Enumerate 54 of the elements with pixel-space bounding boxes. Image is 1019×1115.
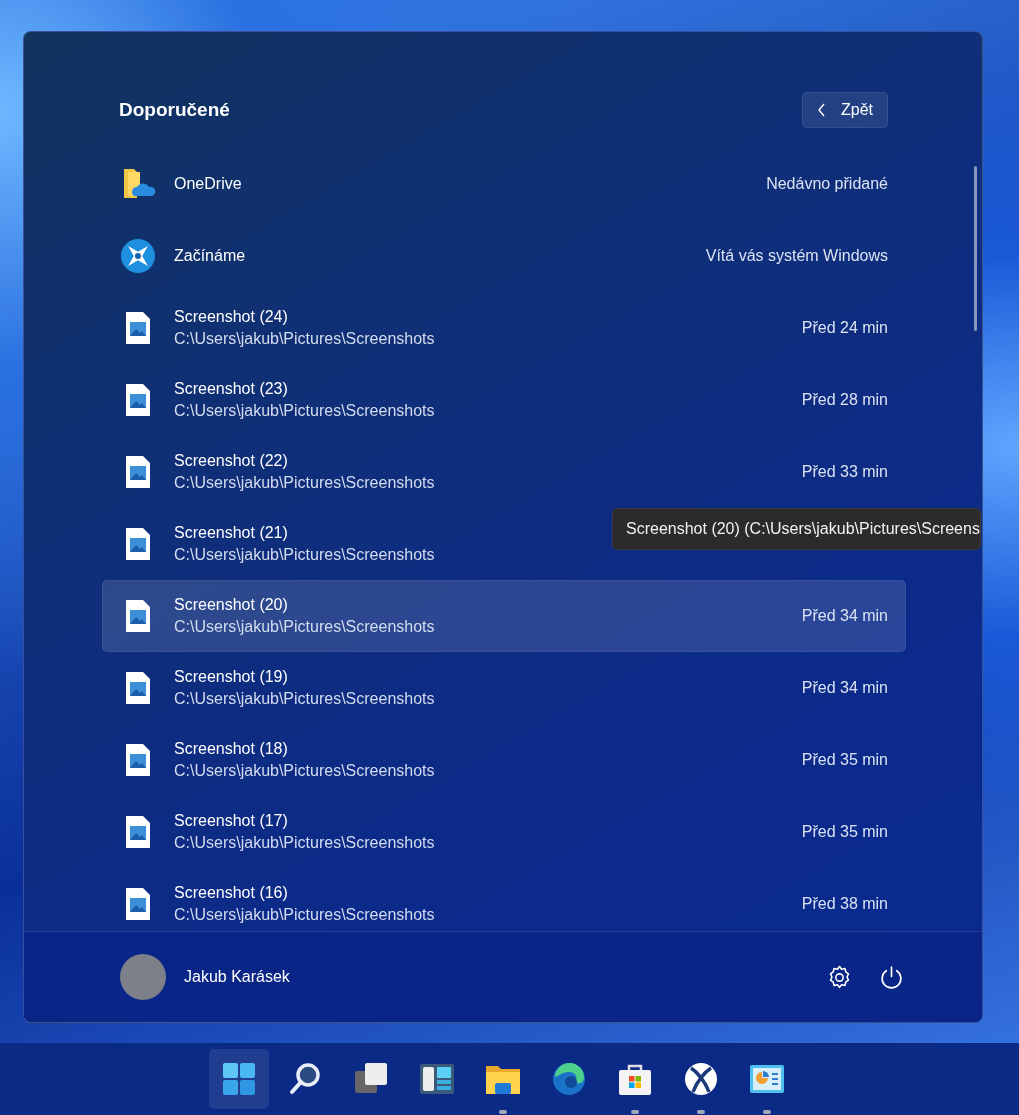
item-name: Screenshot (23) [174, 380, 288, 398]
file-path: C:\Users\jakub\Pictures\Screenshots [174, 330, 435, 348]
item-detail: Před 28 min [801, 391, 888, 409]
item-detail: Před 35 min [801, 751, 888, 769]
file-path: C:\Users\jakub\Pictures\Screenshots [174, 618, 435, 636]
item-detail: Nedávno přidané [766, 175, 888, 193]
item-name: Screenshot (21) [174, 524, 288, 542]
scrollbar[interactable] [974, 166, 977, 331]
recommended-item[interactable]: Screenshot (19) C:\Users\jakub\Pictures\Screenshots Před 34 min [102, 652, 906, 724]
avatar [120, 954, 166, 1000]
item-name: Screenshot (18) [174, 740, 288, 758]
recommended-item[interactable]: OneDrive Nedávno přidané [102, 148, 906, 220]
file-path: C:\Users\jakub\Pictures\Screenshots [174, 834, 435, 852]
taskbar-button[interactable] [208, 1049, 269, 1109]
item-name: Screenshot (17) [174, 812, 288, 830]
item-name: OneDrive [174, 175, 242, 193]
widgets-icon [418, 1061, 455, 1097]
recommended-item[interactable]: Screenshot (18) C:\Users\jakub\Pictures\Screenshots Před 35 min [102, 724, 906, 796]
item-detail: Před 35 min [801, 823, 888, 841]
item-name: Screenshot (22) [174, 452, 288, 470]
recommended-item[interactable]: Screenshot (20) C:\Users\jakub\Pictures\Screenshots Před 34 min [102, 580, 906, 652]
chevron-left-icon [817, 102, 827, 117]
section-title: Doporučené [119, 98, 230, 121]
item-detail: Před 24 min [801, 319, 888, 337]
windows-logo-icon [220, 1061, 257, 1097]
file-path: C:\Users\jakub\Pictures\Screenshots [174, 474, 435, 492]
file-path: C:\Users\jakub\Pictures\Screenshots [174, 762, 435, 780]
item-name: Screenshot (19) [174, 668, 288, 686]
recommended-item[interactable]: Začínáme Vítá vás systém Windows [102, 220, 906, 292]
item-detail: Před 33 min [801, 463, 888, 481]
file-path: C:\Users\jakub\Pictures\Screenshots [174, 546, 435, 564]
file-path: C:\Users\jakub\Pictures\Screenshots [174, 690, 435, 708]
item-detail: Před 34 min [801, 679, 888, 697]
recommended-item[interactable]: Screenshot (16) C:\Users\jakub\Pictures\Screenshots Před 38 min [102, 868, 906, 931]
recommended-item[interactable]: Screenshot (22) C:\Users\jakub\Pictures\Screenshots Před 33 min [102, 436, 906, 508]
back-button[interactable]: Zpět [802, 91, 888, 128]
user-name[interactable]: Jakub Karásek [184, 968, 290, 986]
item-detail: Vítá vás systém Windows [705, 247, 888, 265]
recommended-item[interactable]: Screenshot (17) C:\Users\jakub\Pictures\Screenshots Před 35 min [102, 796, 906, 868]
file-path: C:\Users\jakub\Pictures\Screenshots [174, 402, 435, 420]
item-name: Začínáme [174, 247, 246, 265]
recommended-item[interactable]: Screenshot (23) C:\Users\jakub\Pictures\Screenshots Před 28 min [102, 364, 906, 436]
item-detail: Před 34 min [801, 607, 888, 625]
recommended-item[interactable]: Screenshot (24) C:\Users\jakub\Pictures\Screenshots Před 24 min [102, 292, 906, 364]
item-name: Screenshot (24) [174, 308, 288, 326]
item-detail: Před 38 min [801, 895, 888, 913]
tooltip: Screenshot (20) (C:\Users\jakub\Pictures\Screens [612, 508, 981, 550]
item-name: Screenshot (20) [174, 596, 288, 614]
item-name: Screenshot (16) [174, 884, 288, 902]
browser-icon [550, 1061, 587, 1097]
file-path: C:\Users\jakub\Pictures\Screenshots [174, 906, 435, 924]
power-icon[interactable] [879, 964, 904, 990]
settings-icon[interactable] [827, 964, 852, 990]
xbox-icon [682, 1061, 719, 1097]
